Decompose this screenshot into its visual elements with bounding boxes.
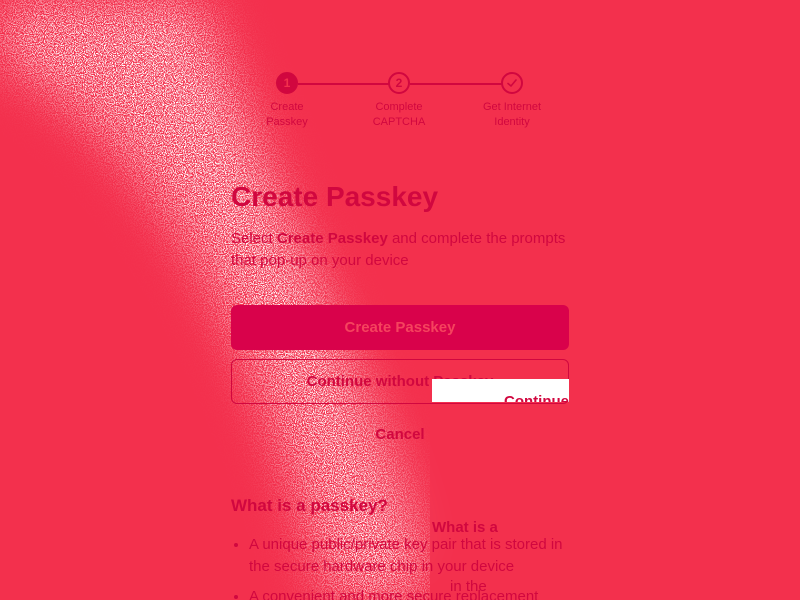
step-complete-captcha: 2 Complete CAPTCHA (349, 72, 449, 130)
page-description: Select Create Passkey and complete the p… (231, 230, 566, 269)
step-number-badge: 1 (276, 72, 298, 94)
step-number-badge: 2 (388, 72, 410, 94)
glitch-overlay-box: Continue (432, 379, 569, 402)
step-get-identity: Get Internet Identity (462, 72, 562, 130)
info-list: A unique public/private key pair that is… (231, 534, 569, 600)
step-check-badge (501, 72, 523, 94)
ghost-heading-fragment: What is a (432, 519, 498, 536)
list-item: A unique public/private key pair that is… (249, 534, 569, 578)
list-item: A convenient and more secure replacement (249, 586, 569, 600)
page-title: Create Passkey (231, 181, 439, 212)
info-heading: What is a passkey? (231, 496, 388, 515)
ghost-line-fragment: in the (450, 578, 487, 595)
step-label: Get Internet Identity (482, 101, 542, 128)
step-label: Create Passkey (266, 101, 308, 128)
check-icon (507, 79, 517, 87)
step-create-passkey: 1 Create Passkey (237, 72, 337, 130)
progress-stepper: 1 Create Passkey 2 Complete CAPTCHA Get … (240, 72, 560, 142)
cancel-link[interactable]: Cancel (231, 426, 569, 443)
create-passkey-button[interactable]: Create Passkey (231, 305, 569, 350)
desc-emphasis: Create Passkey (276, 230, 388, 247)
ghost-label: Continue (504, 393, 569, 402)
main-content: Create Passkey Select Create Passkey and… (231, 178, 569, 600)
step-label: Complete CAPTCHA (372, 101, 426, 128)
